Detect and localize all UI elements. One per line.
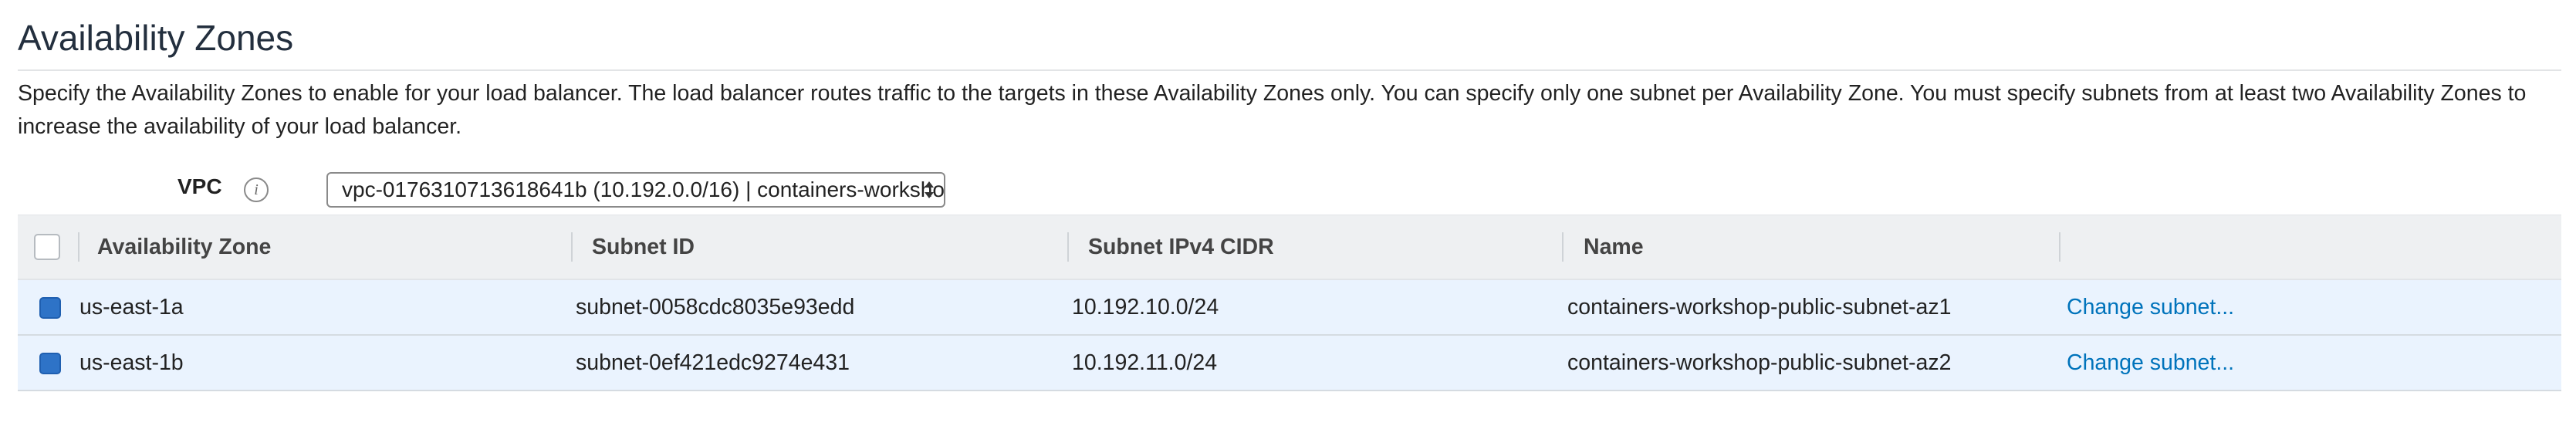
info-icon[interactable]: i [244,178,269,202]
table-header: Availability Zone Subnet ID Subnet IPv4 … [18,215,2561,280]
column-separator [78,232,79,262]
cidr-cell: 10.192.10.0/24 [1072,295,1219,320]
vpc-label: VPC [177,174,222,198]
column-separator [2059,232,2060,262]
column-header-name[interactable]: Name [1584,215,1644,279]
column-separator [571,232,573,262]
change-subnet-link[interactable]: Change subnet... [2067,336,2234,390]
row-checkbox[interactable] [39,353,61,374]
vpc-select-value: vpc-0176310713618641b (10.192.0.0/16) | … [342,178,945,201]
name-cell: containers-workshop-public-subnet-az2 [1567,350,1952,375]
name-cell: containers-workshop-public-subnet-az1 [1567,295,1952,320]
zone-cell: us-east-1b [79,350,184,375]
table-row[interactable]: us-east-1a subnet-0058cdc8035e93edd 10.1… [18,280,2561,336]
column-separator [1562,232,1564,262]
vpc-select[interactable]: vpc-0176310713618641b (10.192.0.0/16) | … [326,172,945,208]
select-all-checkbox[interactable] [34,234,60,260]
select-arrows-icon [925,181,934,198]
subnet-id-cell: subnet-0ef421edc9274e431 [576,350,850,375]
column-header-subnet-cidr[interactable]: Subnet IPv4 CIDR [1088,215,1274,279]
zone-cell: us-east-1a [79,295,184,320]
column-header-availability-zone[interactable]: Availability Zone [97,215,271,279]
row-checkbox[interactable] [39,297,61,319]
change-subnet-link[interactable]: Change subnet... [2067,280,2234,334]
column-header-subnet-id[interactable]: Subnet ID [592,215,695,279]
section-title: Availability Zones [18,18,294,58]
subnets-table: Availability Zone Subnet ID Subnet IPv4 … [18,215,2561,391]
column-separator [1067,232,1069,262]
table-row[interactable]: us-east-1b subnet-0ef421edc9274e431 10.1… [18,336,2561,391]
cidr-cell: 10.192.11.0/24 [1072,350,1218,375]
section-description: Specify the Availability Zones to enable… [18,81,2527,139]
subnet-id-cell: subnet-0058cdc8035e93edd [576,295,855,320]
section-divider [18,69,2561,71]
